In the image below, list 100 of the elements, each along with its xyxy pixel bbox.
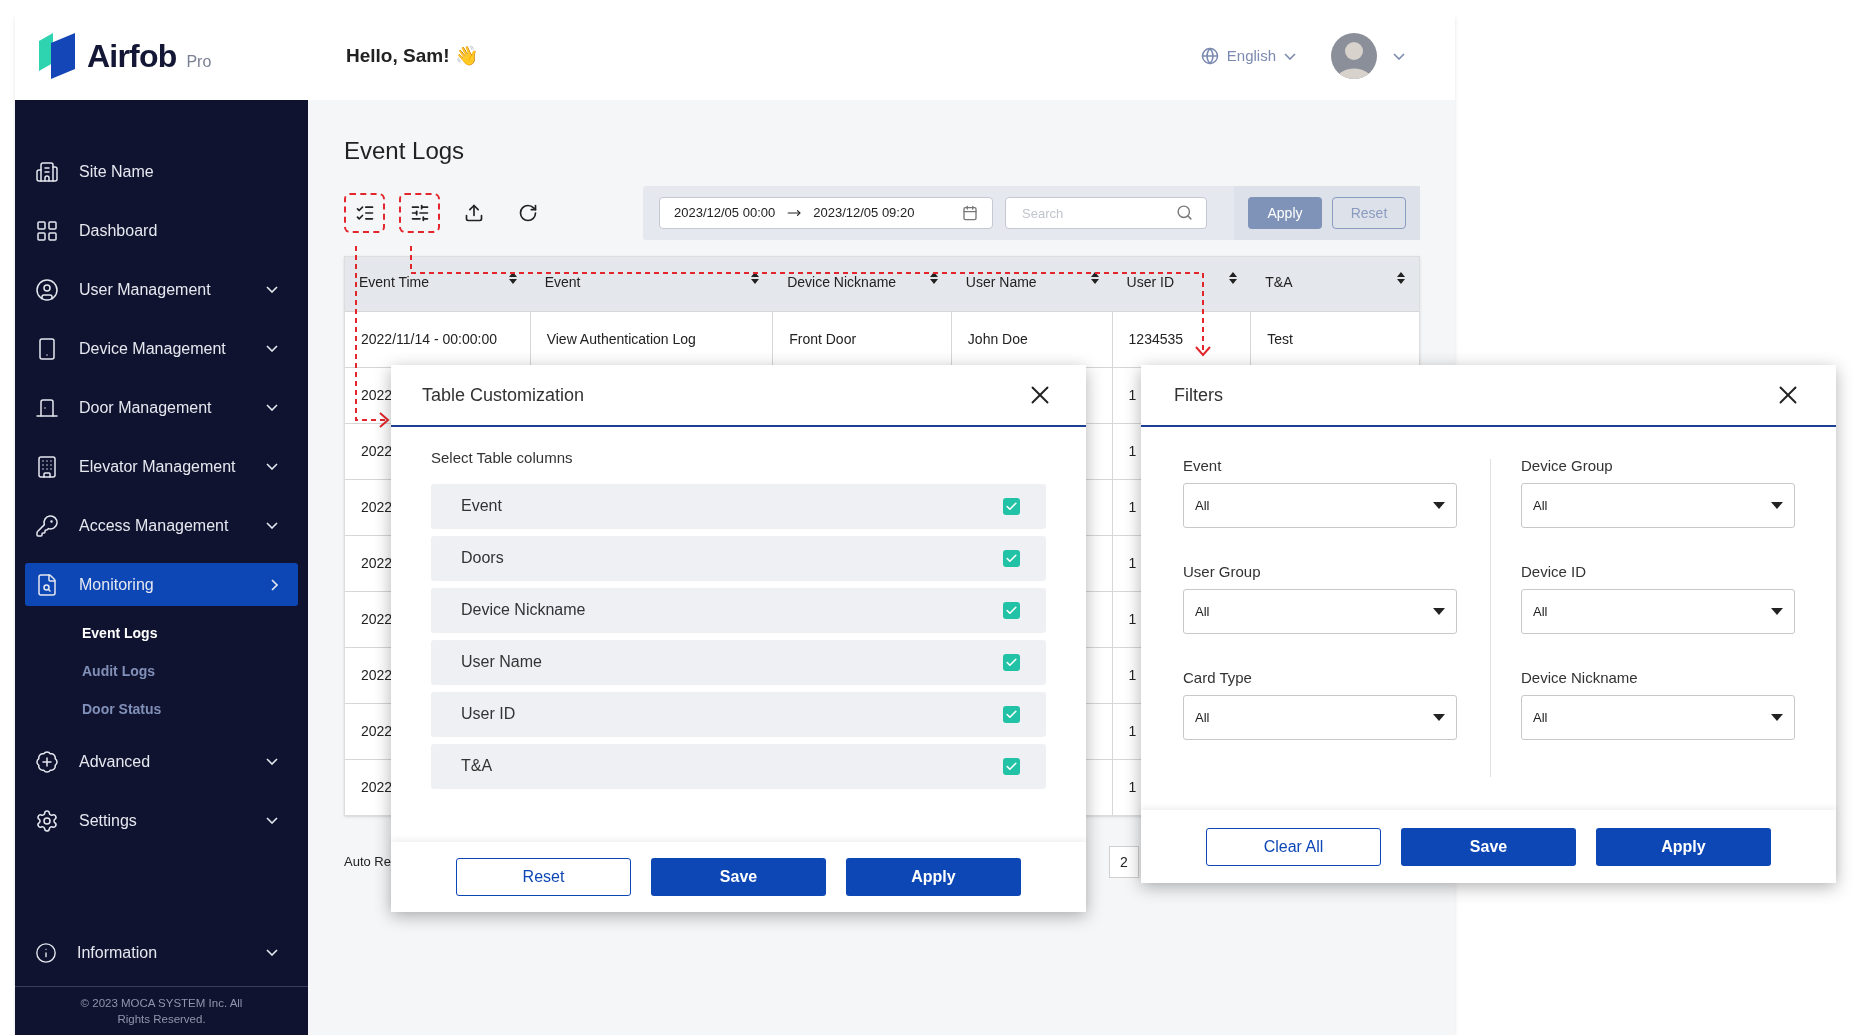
column-option[interactable]: T&A [431, 743, 1046, 789]
sort-icon[interactable] [1229, 272, 1238, 284]
brand-edition: Pro [186, 52, 212, 72]
column-option[interactable]: Device Nickname [431, 587, 1046, 633]
checkbox[interactable] [1003, 653, 1020, 671]
check-icon [1005, 603, 1018, 617]
grid-icon [35, 218, 59, 243]
sort-icon[interactable] [508, 272, 517, 284]
checkbox[interactable] [1003, 705, 1020, 723]
sort-icon[interactable] [1397, 272, 1405, 284]
sliders-icon [409, 203, 430, 223]
dialog-button[interactable]: Save [651, 858, 826, 896]
dropdown[interactable]: All [1183, 483, 1457, 528]
user-icon [35, 277, 59, 302]
dropdown[interactable]: All [1521, 483, 1795, 528]
column-header[interactable]: T&A [1251, 257, 1419, 311]
column-header[interactable]: Event [530, 257, 774, 311]
caret-icon [1771, 502, 1783, 509]
check-icon [1005, 551, 1018, 565]
field-label: Card Type [1183, 668, 1253, 688]
chevron-down-icon [266, 463, 278, 470]
upload-icon [464, 203, 484, 223]
search-field[interactable]: Search [1005, 197, 1207, 229]
start-date: 2023/12/05 00:00 [674, 204, 776, 223]
checkbox[interactable] [1003, 757, 1020, 775]
brand-name: Airfob [87, 37, 177, 76]
dialog-button[interactable]: Apply [1596, 827, 1771, 866]
column-option[interactable]: Event [431, 483, 1046, 529]
sidebar-item[interactable]: Elevator Management [25, 445, 298, 488]
sidebar-item[interactable]: Site Name [25, 150, 298, 193]
sidebar-item[interactable]: Device Management [25, 327, 298, 370]
table-cell-text: 1234535 [1128, 330, 1184, 349]
submenu-item[interactable]: Event Logs [82, 614, 298, 652]
document-search-icon [35, 572, 59, 597]
checkbox[interactable] [1003, 549, 1020, 567]
dropdown[interactable]: All [1183, 695, 1457, 740]
logo-icon [37, 31, 77, 81]
checkbox[interactable] [1003, 497, 1020, 515]
sidebar-item[interactable]: Monitoring [25, 563, 298, 606]
check-icon [1005, 655, 1018, 669]
sort-icon[interactable] [751, 272, 760, 284]
refresh-icon [518, 203, 538, 223]
table-cell-text: 1 [1128, 610, 1137, 629]
column-header[interactable]: User Name [951, 257, 1113, 311]
check-icon [1005, 499, 1018, 513]
column-header[interactable]: Device Nickname [773, 257, 952, 311]
caret-icon [1771, 608, 1783, 615]
page-button[interactable]: 2 [1109, 846, 1139, 878]
chevron-down-icon [266, 286, 278, 293]
table-cell-text: 2022 [361, 722, 393, 741]
table-cell-text: 1 [1128, 778, 1137, 797]
dialog-button[interactable]: Apply [846, 858, 1021, 896]
chevron-down-icon [266, 404, 278, 411]
dialog-button[interactable]: Reset [456, 858, 631, 896]
sidebar-item[interactable]: Access Management [25, 504, 298, 547]
dropdown[interactable]: All [1521, 589, 1795, 634]
column-list-button[interactable] [344, 193, 385, 233]
chevron-down-icon [1393, 52, 1405, 60]
dialog-button[interactable]: Save [1401, 827, 1576, 866]
submenu-item[interactable]: Audit Logs [82, 652, 298, 690]
date-range-field[interactable]: 2023/12/05 00:00 2023/12/05 09:20 [659, 197, 993, 229]
table-cell-text: John Doe [967, 330, 1028, 349]
sidebar-item[interactable]: Advanced [25, 740, 298, 783]
column-header[interactable]: User ID [1112, 257, 1252, 311]
sidebar-item[interactable]: Dashboard [25, 209, 298, 252]
dialog-title: Filters [1174, 383, 1223, 407]
table-cell-text: 2022 [361, 666, 393, 685]
sidebar-item[interactable]: Information [25, 931, 298, 974]
avatar[interactable] [1331, 33, 1377, 79]
checkbox[interactable] [1003, 601, 1020, 619]
submenu-item[interactable]: Door Status [82, 690, 298, 728]
end-date: 2023/12/05 09:20 [813, 204, 915, 223]
sort-icon[interactable] [1090, 272, 1099, 284]
key-icon [35, 513, 59, 538]
table-cell-text: 1 [1128, 442, 1137, 461]
table-cell-text: 2022 [361, 778, 393, 797]
sidebar-item[interactable]: Door Management [25, 386, 298, 429]
table-cell-text: Test [1267, 330, 1293, 349]
chevron-down-icon [266, 949, 278, 956]
chevron-down-icon [266, 345, 278, 352]
chevron-down-icon [266, 817, 278, 824]
column-option[interactable]: Doors [431, 535, 1046, 581]
column-option[interactable]: User ID [431, 691, 1046, 737]
search-icon [1176, 204, 1193, 221]
dialog-button[interactable]: Clear All [1206, 827, 1381, 866]
field-label: Device Nickname [1521, 668, 1639, 688]
filter-button[interactable] [399, 193, 440, 233]
sidebar-item[interactable]: User Management [25, 268, 298, 311]
list-icon [354, 203, 375, 223]
sort-icon[interactable] [929, 272, 938, 284]
table-cell-text: Front Door [789, 330, 857, 349]
dropdown[interactable]: All [1183, 589, 1457, 634]
field-label: User Group [1183, 562, 1262, 582]
chevron-down-icon [1284, 52, 1296, 60]
column-option[interactable]: User Name [431, 639, 1046, 685]
caret-icon [1433, 502, 1445, 509]
dropdown[interactable]: All [1521, 695, 1795, 740]
calendar-icon [962, 205, 978, 221]
column-header[interactable]: Event Time [345, 257, 531, 311]
sidebar-item[interactable]: Settings [25, 799, 298, 842]
